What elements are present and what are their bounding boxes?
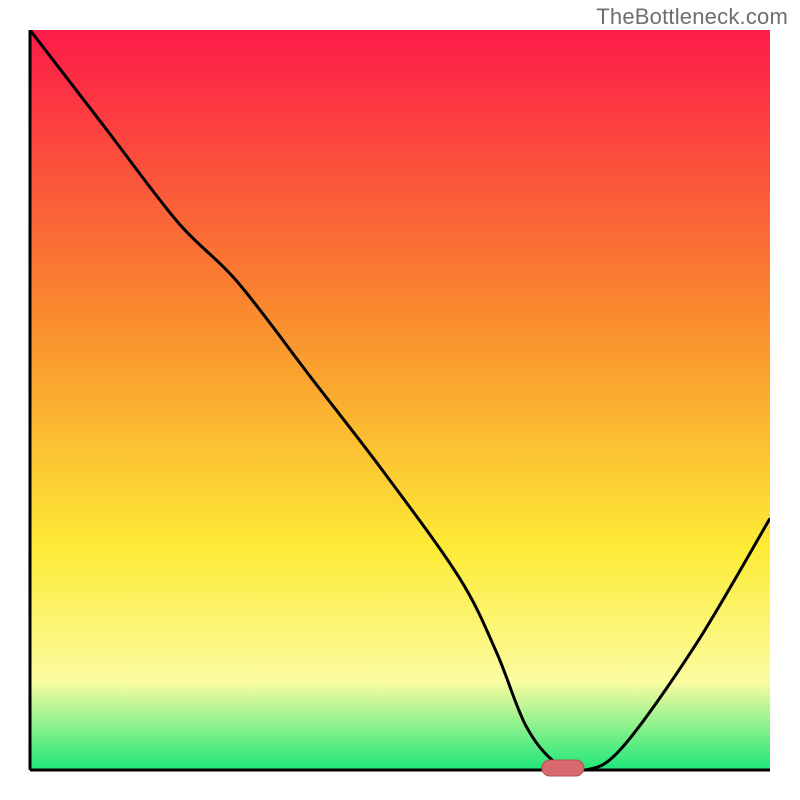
gradient-background xyxy=(30,30,770,770)
optimal-marker xyxy=(542,760,584,776)
chart-container: { "watermark": "TheBottleneck.com", "col… xyxy=(0,0,800,800)
chart-svg xyxy=(0,0,800,800)
watermark-text: TheBottleneck.com xyxy=(596,4,788,30)
